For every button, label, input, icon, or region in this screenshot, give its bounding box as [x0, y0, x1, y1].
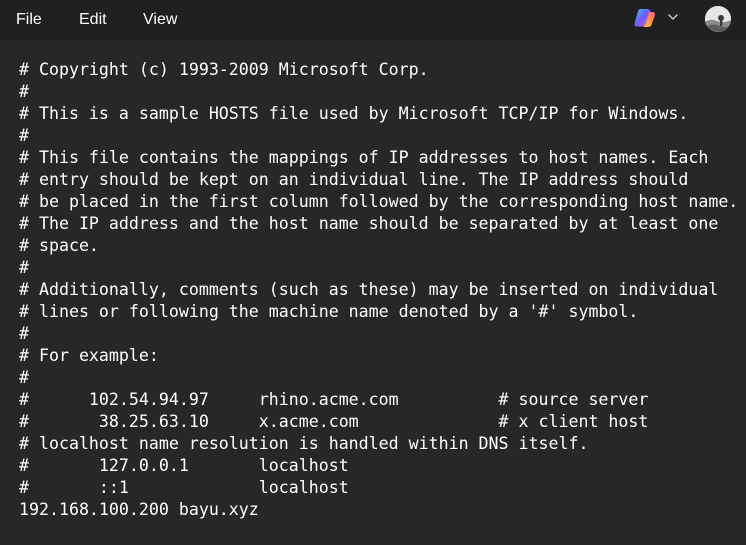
editor-line: # 102.54.94.97 rhino.acme.com # source s…	[19, 390, 649, 409]
editor-line: # This file contains the mappings of IP …	[19, 148, 709, 167]
editor-line: # The IP address and the host name shoul…	[19, 214, 719, 233]
editor-line: #	[19, 324, 29, 343]
editor-line: #	[19, 368, 29, 387]
editor-line: #	[19, 258, 29, 277]
menu-file[interactable]: File	[16, 8, 42, 32]
menu-bar: File Edit View	[0, 0, 746, 40]
editor-line: # localhost name resolution is handled w…	[19, 434, 589, 453]
editor-line: 192.168.100.200 bayu.xyz	[19, 500, 259, 519]
menu-view[interactable]: View	[143, 8, 177, 32]
editor-line: #	[19, 126, 29, 145]
menu-edit[interactable]: Edit	[79, 8, 107, 32]
editor-line: #	[19, 82, 29, 101]
editor-line: # For example:	[19, 346, 159, 365]
text-editor[interactable]: # Copyright (c) 1993-2009 Microsoft Corp…	[0, 40, 746, 545]
notepad-window: File Edit View # Copyright (c) 1993-2009…	[0, 0, 746, 545]
editor-line: # Additionally, comments (such as these)…	[19, 280, 719, 299]
editor-line: # ::1 localhost	[19, 478, 349, 497]
editor-line: # 38.25.63.10 x.acme.com # x client host	[19, 412, 649, 431]
editor-line: # 127.0.0.1 localhost	[19, 456, 349, 475]
copilot-icon[interactable]	[633, 7, 657, 29]
avatar[interactable]	[705, 6, 731, 32]
editor-line: # entry should be kept on an individual …	[19, 170, 689, 189]
editor-line: # This is a sample HOSTS file used by Mi…	[19, 104, 689, 123]
chevron-down-icon[interactable]	[664, 8, 682, 26]
editor-line: # be placed in the first column followed…	[19, 192, 739, 211]
editor-line: # space.	[19, 236, 99, 255]
editor-lines: # Copyright (c) 1993-2009 Microsoft Corp…	[19, 59, 738, 521]
editor-line: # Copyright (c) 1993-2009 Microsoft Corp…	[19, 60, 429, 79]
editor-line: # lines or following the machine name de…	[19, 302, 639, 321]
